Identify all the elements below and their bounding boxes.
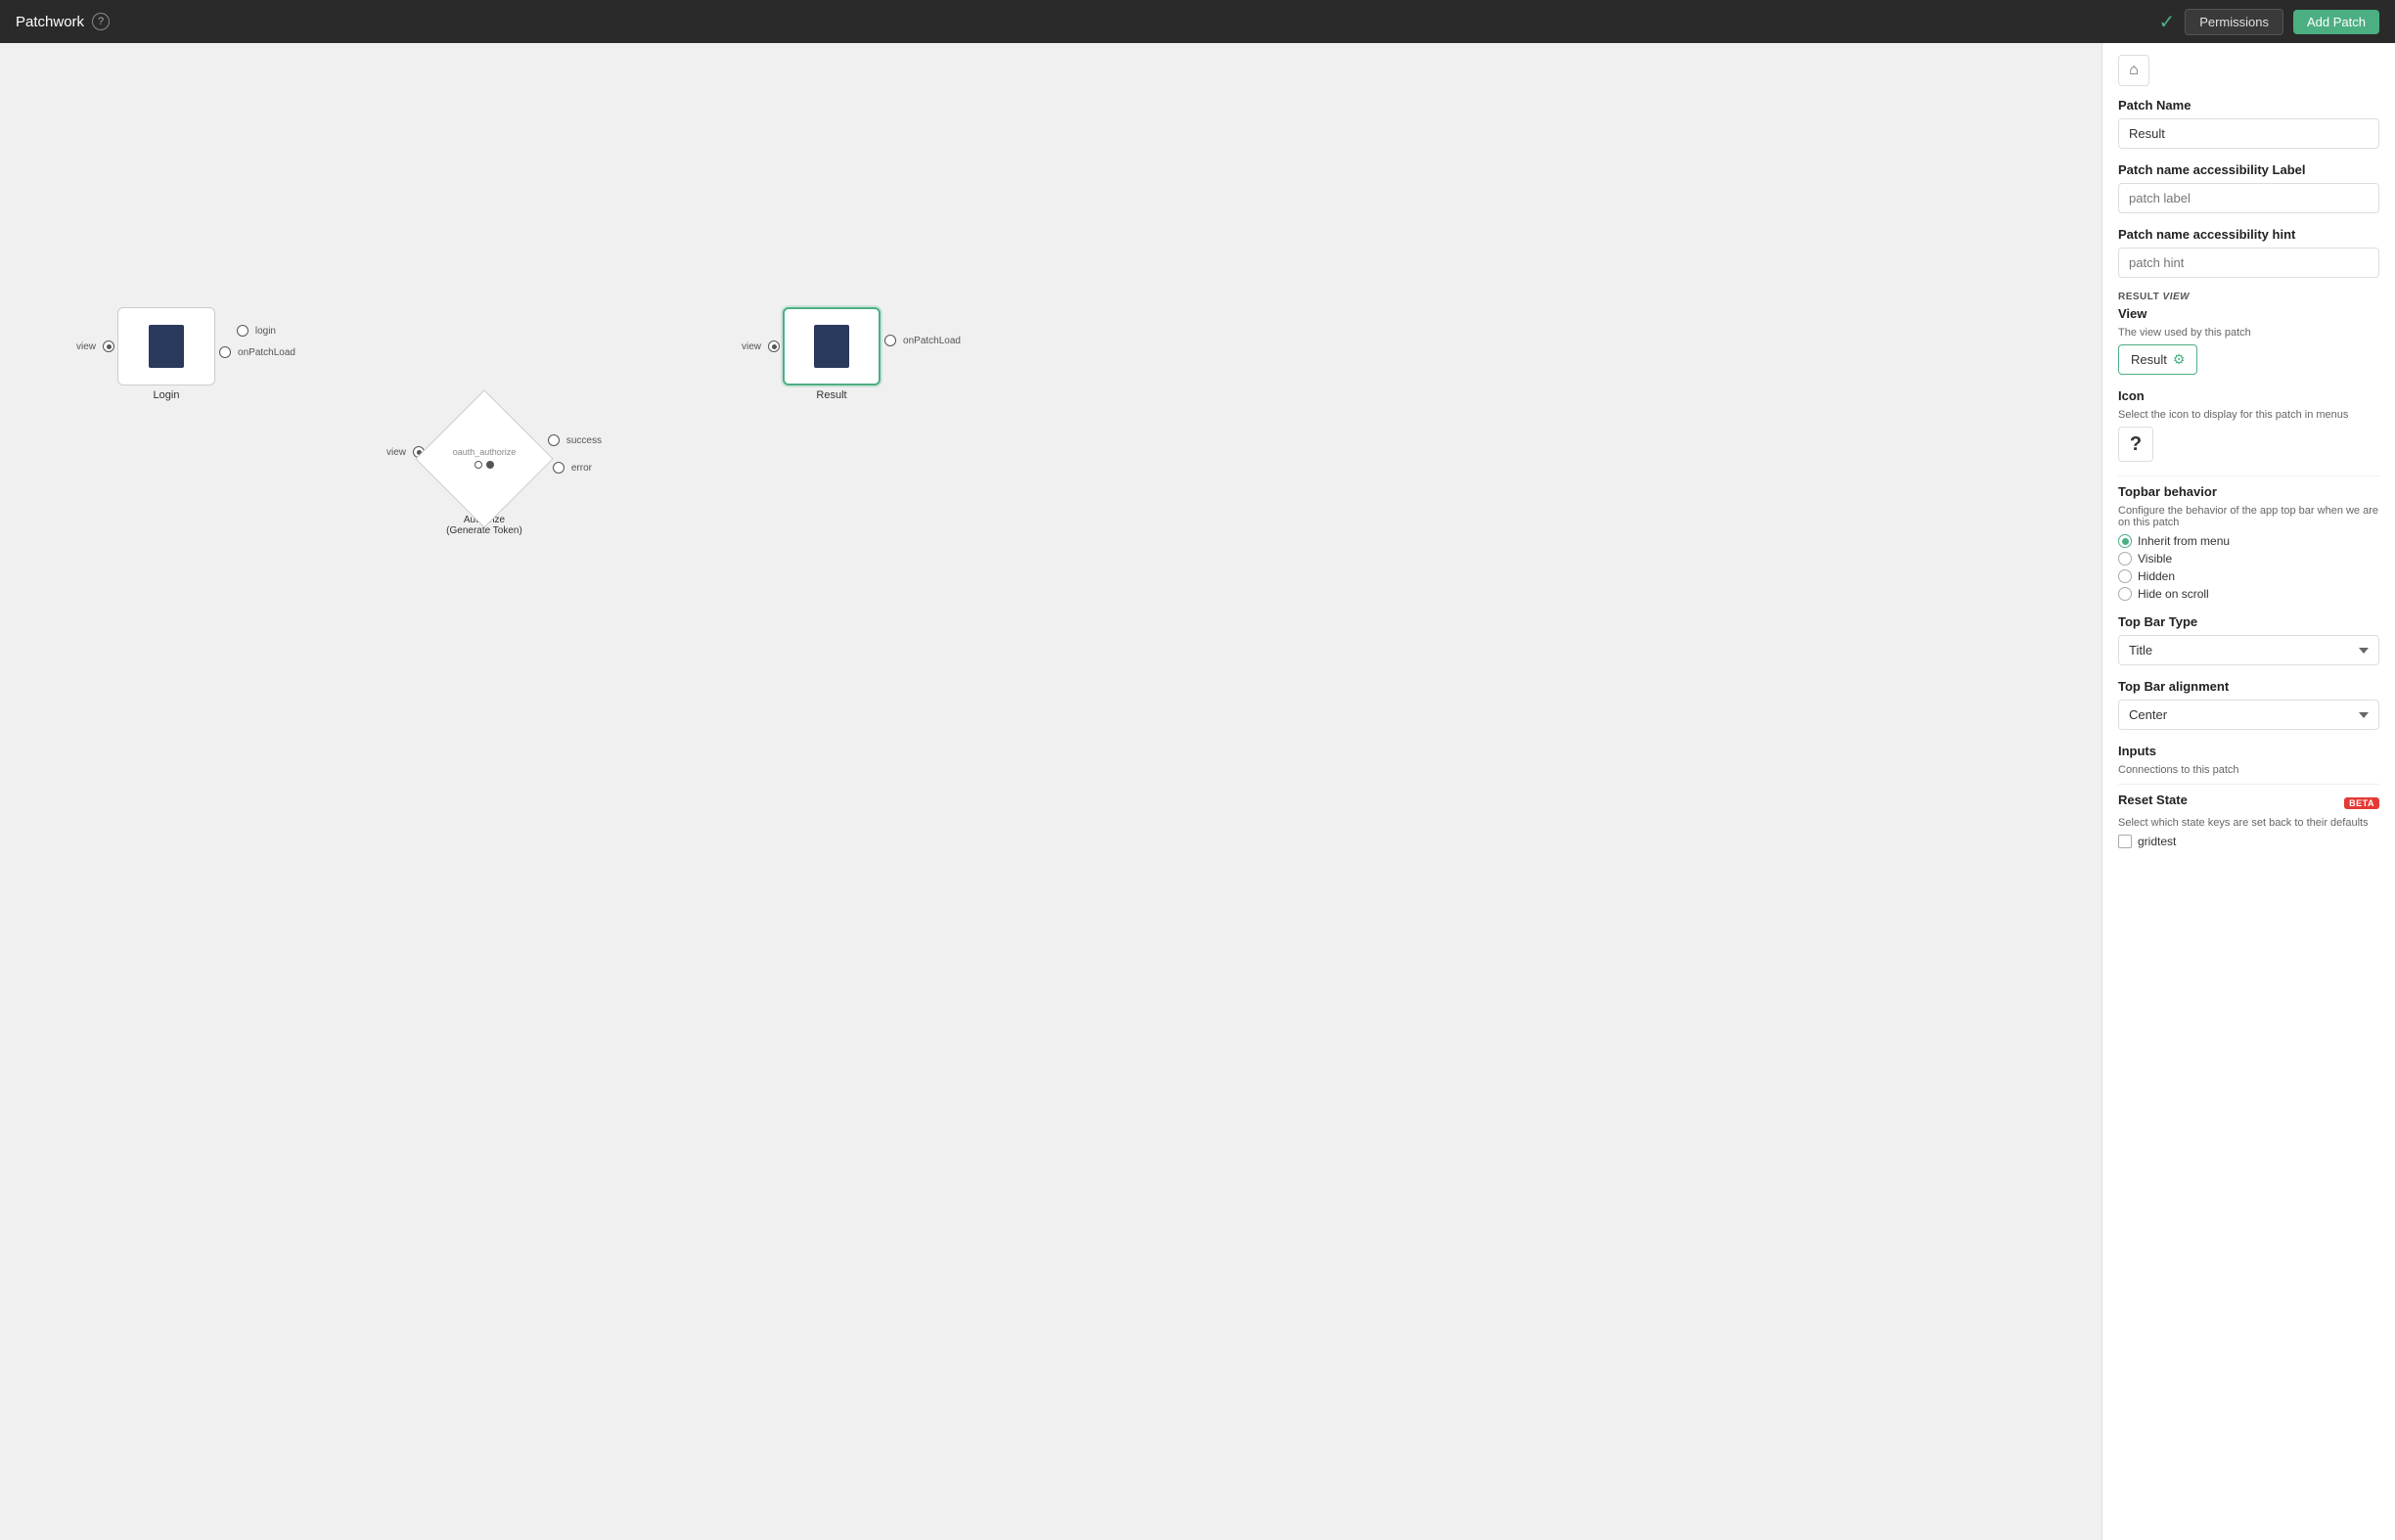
main-layout: view Login login onPatchLoad view <box>0 43 2395 1540</box>
view-btn-label: Result <box>2131 352 2167 367</box>
top-bar-alignment-select[interactable]: Center Left Right <box>2118 700 2379 730</box>
accessibility-hint-input[interactable] <box>2118 248 2379 278</box>
right-panel: ⌂ Patch Name Patch name accessibility La… <box>2101 43 2395 1540</box>
accessibility-label-title: Patch name accessibility Label <box>2118 162 2379 177</box>
authorize-node[interactable]: view oauth_authorize Authorize(Generate <box>430 405 538 536</box>
app-name: Patchwork <box>16 14 84 30</box>
result-node-label: Result <box>816 389 846 401</box>
check-icon: ✓ <box>2158 10 2175 34</box>
onpatchload-port: onPatchLoad <box>219 346 295 358</box>
view-sublabel: The view used by this patch <box>2118 327 2379 339</box>
view-section-title: View <box>2118 306 2379 321</box>
icon-title: Icon <box>2118 388 2379 403</box>
radio-visible[interactable]: Visible <box>2118 552 2379 566</box>
reset-state-sublabel: Select which state keys are set back to … <box>2118 817 2379 829</box>
login-node[interactable]: view Login login onPatchLoad <box>117 307 215 401</box>
topbar: Patchwork ? ✓ Permissions Add Patch <box>0 0 2395 43</box>
topbar-left: Patchwork ? <box>16 13 110 30</box>
settings-icon: ⚙ <box>2173 351 2186 368</box>
result-view-port: view <box>742 340 780 352</box>
topbar-right: ✓ Permissions Add Patch <box>2158 9 2379 35</box>
radio-group: Inherit from menu Visible Hidden Hide on… <box>2118 534 2379 601</box>
radio-circle-hide-on-scroll <box>2118 587 2132 601</box>
radio-hidden[interactable]: Hidden <box>2118 569 2379 583</box>
result-node[interactable]: view Result onPatchLoad <box>783 307 881 401</box>
accessibility-label-input[interactable] <box>2118 183 2379 213</box>
reset-state-header: Reset State BETA <box>2118 793 2379 813</box>
icon-sublabel: Select the icon to display for this patc… <box>2118 409 2379 421</box>
help-button[interactable]: ? <box>92 13 110 30</box>
radio-circle-visible <box>2118 552 2132 566</box>
home-button[interactable]: ⌂ <box>2118 55 2149 86</box>
radio-circle-hidden <box>2118 569 2132 583</box>
login-node-box <box>117 307 215 385</box>
add-patch-button[interactable]: Add Patch <box>2293 10 2379 34</box>
result-onpatchload-port: onPatchLoad <box>884 335 961 346</box>
home-icon: ⌂ <box>2129 62 2139 79</box>
login-view-port: view <box>76 340 114 352</box>
permissions-button[interactable]: Permissions <box>2185 9 2283 35</box>
top-bar-type-label: Top Bar Type <box>2118 614 2379 629</box>
login-port: login <box>237 325 276 337</box>
checkbox-box <box>2118 835 2132 848</box>
inputs-title: Inputs <box>2118 744 2379 758</box>
port-circle <box>219 346 231 358</box>
port-circle <box>103 340 114 352</box>
port-circle <box>553 462 565 474</box>
top-bar-alignment-label: Top Bar alignment <box>2118 679 2379 694</box>
port-circle <box>768 340 780 352</box>
gridtest-checkbox[interactable]: gridtest <box>2118 835 2379 848</box>
success-port: success <box>548 434 602 446</box>
icon-section: Icon Select the icon to display for this… <box>2118 388 2379 462</box>
topbar-behavior-section: Topbar behavior Configure the behavior o… <box>2118 484 2379 601</box>
accessibility-hint-title: Patch name accessibility hint <box>2118 227 2379 242</box>
top-bar-type-select[interactable]: Title Large Title None <box>2118 635 2379 665</box>
login-node-icon <box>149 325 184 368</box>
topbar-behavior-sublabel: Configure the behavior of the app top ba… <box>2118 505 2379 528</box>
login-node-label: Login <box>154 389 180 401</box>
divider2 <box>2118 784 2379 785</box>
topbar-behavior-title: Topbar behavior <box>2118 484 2379 499</box>
port-circle <box>548 434 560 446</box>
reset-state-title: Reset State <box>2118 793 2188 807</box>
radio-hide-on-scroll[interactable]: Hide on scroll <box>2118 587 2379 601</box>
beta-badge: BETA <box>2344 797 2379 809</box>
patch-name-title: Patch Name <box>2118 98 2379 113</box>
icon-value: ? <box>2130 433 2142 456</box>
icon-display[interactable]: ? <box>2118 427 2153 462</box>
port-circle <box>237 325 249 337</box>
port-circle <box>884 335 896 346</box>
result-node-icon <box>814 325 849 368</box>
result-view-header: RESULT VIEW <box>2118 292 2379 302</box>
authorize-diamond: oauth_authorize <box>430 405 538 513</box>
gridtest-label: gridtest <box>2138 835 2176 848</box>
radio-circle-inherit <box>2118 534 2132 548</box>
inputs-sublabel: Connections to this patch <box>2118 764 2379 776</box>
patch-name-input[interactable] <box>2118 118 2379 149</box>
radio-inherit[interactable]: Inherit from menu <box>2118 534 2379 548</box>
result-node-box <box>783 307 881 385</box>
reset-state-section: Reset State BETA Select which state keys… <box>2118 793 2379 848</box>
canvas[interactable]: view Login login onPatchLoad view <box>0 43 2101 1540</box>
view-button[interactable]: Result ⚙ <box>2118 344 2197 375</box>
error-port: error <box>553 462 592 474</box>
inputs-section: Inputs Connections to this patch <box>2118 744 2379 776</box>
